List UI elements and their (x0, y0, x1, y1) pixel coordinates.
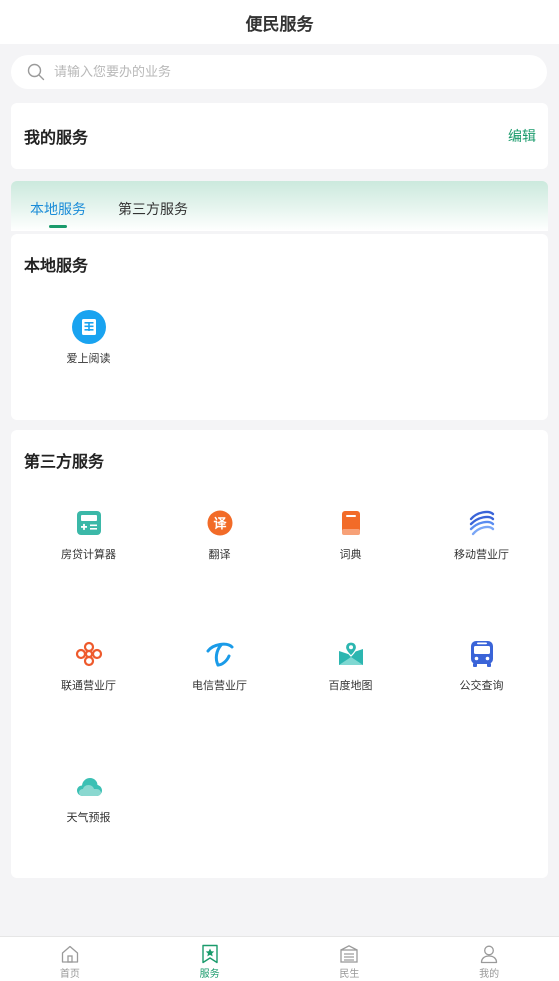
list-building-icon (340, 945, 359, 963)
china-mobile-icon (465, 506, 499, 540)
search-bar[interactable] (11, 55, 547, 89)
map-icon (334, 637, 368, 671)
service-item-weather[interactable]: 天气预报 (23, 769, 154, 825)
service-item-label: 百度地图 (328, 679, 373, 692)
service-item-mortgage-calculator[interactable]: 房贷计算器 (23, 506, 154, 562)
home-icon (61, 945, 79, 963)
tabbar-item-mine[interactable]: 我的 (419, 937, 559, 981)
service-item-label: 电信营业厅 (192, 679, 247, 692)
service-item-label: 词典 (339, 548, 362, 561)
tabbar-item-home[interactable]: 首页 (0, 937, 140, 981)
third-party-services-card: 第三方服务 房贷计算器 译 翻译 词典 移动营业厅 联通营业厅 电信营业厅 百度… (11, 430, 548, 878)
edit-button[interactable]: 编辑 (508, 126, 536, 146)
service-item-reading[interactable]: 爱上阅读 (23, 310, 154, 366)
service-item-translate[interactable]: 译 翻译 (154, 506, 285, 562)
user-icon (480, 945, 498, 964)
service-item-label: 联通营业厅 (61, 679, 116, 692)
search-input[interactable] (54, 64, 494, 80)
service-item-label: 公交查询 (459, 679, 504, 692)
tabbar-item-service[interactable]: 服务 (140, 937, 280, 981)
dictionary-icon (334, 506, 368, 540)
tabbar-label: 我的 (479, 969, 500, 980)
search-icon (27, 63, 45, 81)
my-service-card: 我的服务 编辑 (11, 103, 548, 169)
third-party-services-title: 第三方服务 (24, 452, 105, 471)
bottom-tab-bar: 首页 服务 民生 我的 (0, 936, 559, 981)
top-header: 便民服务 (0, 0, 559, 44)
calculator-icon (72, 506, 106, 540)
bookmark-star-icon (201, 944, 218, 964)
tab-local-services[interactable]: 本地服务 (30, 199, 86, 231)
translate-icon: 译 (203, 506, 237, 540)
service-item-label: 房贷计算器 (61, 548, 116, 561)
service-item-bus-query[interactable]: 公交查询 (416, 637, 547, 693)
tabbar-label: 首页 (59, 969, 80, 980)
book-reader-icon (71, 310, 106, 344)
page-title: 便民服务 (245, 14, 314, 35)
tabbar-label: 服务 (199, 969, 220, 980)
local-services-card: 本地服务 爱上阅读 (11, 234, 548, 420)
service-item-label: 天气预报 (66, 811, 111, 824)
service-item-label: 移动营业厅 (454, 548, 509, 561)
china-telecom-icon (203, 637, 237, 671)
service-item-dictionary[interactable]: 词典 (285, 506, 416, 562)
weather-cloud-icon (72, 769, 106, 803)
service-item-baidu-map[interactable]: 百度地图 (285, 637, 416, 693)
bus-icon (465, 637, 499, 671)
local-services-title: 本地服务 (24, 256, 89, 275)
tabbar-label: 民生 (339, 969, 360, 980)
tabbar-item-livelihood[interactable]: 民生 (280, 937, 420, 981)
service-item-label: 爱上阅读 (66, 352, 111, 365)
service-item-china-telecom[interactable]: 电信营业厅 (154, 637, 285, 693)
china-unicom-icon (72, 637, 106, 671)
service-tabs: 本地服务 第三方服务 (11, 181, 548, 231)
service-item-china-mobile[interactable]: 移动营业厅 (416, 506, 547, 562)
tab-third-party-services[interactable]: 第三方服务 (118, 199, 188, 231)
svg-text:译: 译 (213, 517, 227, 532)
service-item-china-unicom[interactable]: 联通营业厅 (23, 637, 154, 693)
service-item-label: 翻译 (208, 548, 231, 561)
my-service-title: 我的服务 (24, 128, 89, 147)
